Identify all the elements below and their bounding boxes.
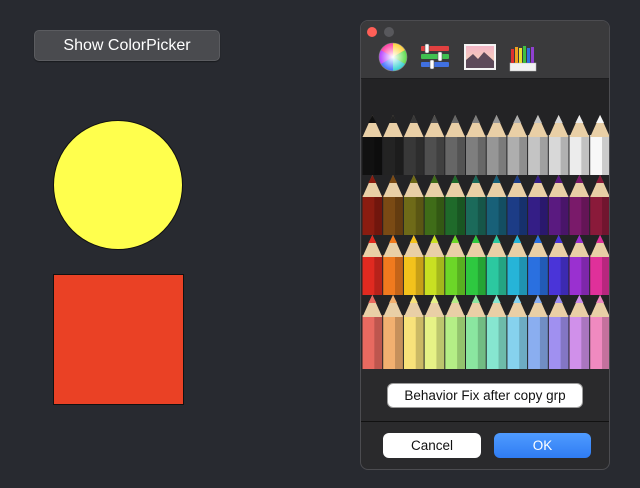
pencil-swatch[interactable] [528, 175, 548, 235]
pencil-swatch[interactable] [445, 175, 465, 235]
pencil-swatch[interactable] [403, 295, 424, 371]
pencil-swatch[interactable] [403, 235, 424, 295]
pencil-swatch[interactable] [569, 295, 590, 371]
pencil-swatch[interactable] [486, 115, 507, 175]
pencil-swatch[interactable] [466, 235, 486, 295]
pencil-swatch[interactable] [383, 235, 403, 295]
footer-divider [361, 421, 609, 422]
pencil-swatch[interactable] [362, 235, 383, 295]
pencil-swatch[interactable] [383, 115, 403, 175]
pencil-swatch[interactable] [445, 235, 465, 295]
color-wheel-mode-icon[interactable] [377, 41, 409, 73]
pencil-swatch[interactable] [466, 115, 486, 175]
pencil-swatch[interactable] [424, 175, 445, 235]
pencil-swatch[interactable] [569, 175, 590, 235]
pencil-swatch[interactable] [528, 235, 548, 295]
pencil-swatch[interactable] [383, 295, 403, 371]
pencil-swatch[interactable] [569, 115, 590, 175]
pencil-swatch-grid [362, 79, 610, 371]
color-picker-toolbar [361, 21, 609, 79]
pencil-swatch[interactable] [424, 295, 445, 371]
pencil-swatch[interactable] [362, 115, 383, 175]
color-sliders-mode-icon[interactable] [419, 41, 451, 73]
pencil-swatch[interactable] [445, 295, 465, 371]
pencil-swatch[interactable] [362, 295, 383, 371]
red-square-shape[interactable] [53, 274, 184, 405]
color-picker-panel: Behavior Fix after copy grp Cancel OK [360, 20, 610, 470]
pencils-mode-icon[interactable] [507, 41, 539, 73]
pencil-swatch[interactable] [445, 115, 465, 175]
pencil-swatch[interactable] [507, 295, 528, 371]
pencil-swatch[interactable] [590, 295, 610, 371]
minimize-window-icon[interactable] [384, 27, 394, 37]
pencil-swatch[interactable] [486, 295, 507, 371]
pencil-swatch[interactable] [466, 175, 486, 235]
ok-button[interactable]: OK [494, 433, 591, 458]
color-name-field[interactable]: Behavior Fix after copy grp [387, 383, 583, 408]
pencil-swatch[interactable] [590, 175, 610, 235]
pencil-swatch[interactable] [569, 235, 590, 295]
pencil-swatch[interactable] [590, 115, 610, 175]
pencil-swatch[interactable] [486, 175, 507, 235]
pencil-swatch[interactable] [548, 175, 569, 235]
pencil-swatch[interactable] [486, 235, 507, 295]
cancel-button[interactable]: Cancel [383, 433, 481, 458]
pencil-swatch[interactable] [528, 115, 548, 175]
pencil-swatch[interactable] [362, 175, 383, 235]
pencil-swatch[interactable] [424, 115, 445, 175]
pencil-swatch[interactable] [528, 295, 548, 371]
pencil-swatch[interactable] [507, 115, 528, 175]
image-palettes-mode-icon[interactable] [463, 41, 496, 73]
pencil-swatch[interactable] [424, 235, 445, 295]
close-window-icon[interactable] [367, 27, 377, 37]
pencil-swatch[interactable] [466, 295, 486, 371]
pencil-swatch[interactable] [590, 235, 610, 295]
pencil-swatch[interactable] [403, 115, 424, 175]
pencil-swatch[interactable] [548, 115, 569, 175]
show-colorpicker-button[interactable]: Show ColorPicker [34, 30, 220, 61]
pencil-swatch[interactable] [507, 175, 528, 235]
pencil-swatch[interactable] [383, 175, 403, 235]
pencil-swatch[interactable] [548, 295, 569, 371]
yellow-circle-shape[interactable] [53, 120, 183, 250]
pencil-swatch[interactable] [507, 235, 528, 295]
pencil-swatch[interactable] [548, 235, 569, 295]
pencil-swatch[interactable] [403, 175, 424, 235]
